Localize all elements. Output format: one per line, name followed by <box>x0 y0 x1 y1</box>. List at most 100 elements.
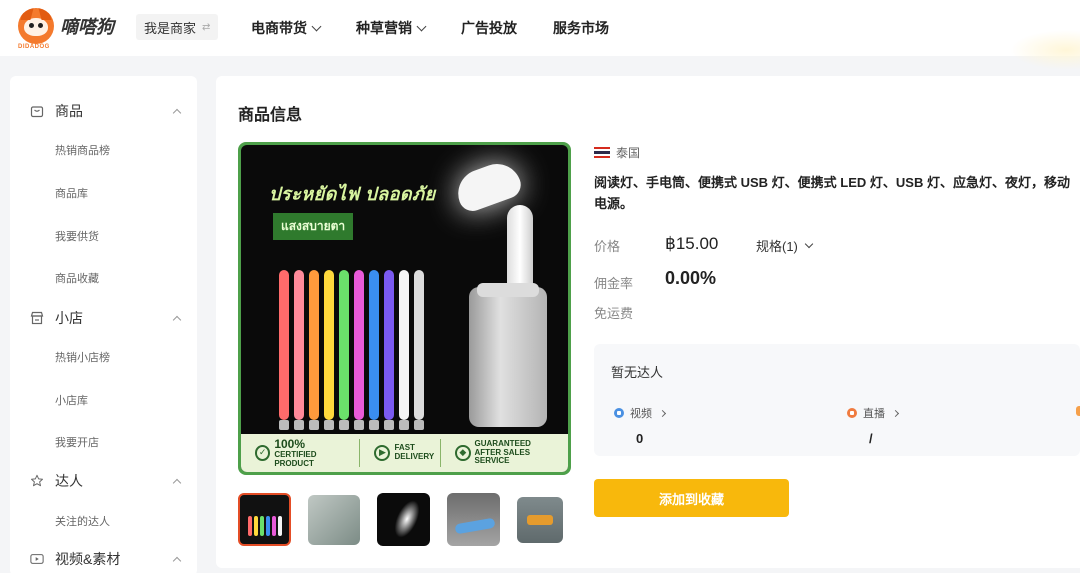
thumbnail-1[interactable] <box>238 493 291 546</box>
sidebar-group-influencers[interactable]: 达人 <box>10 466 197 496</box>
usb-light-stick <box>294 270 304 430</box>
header-decoration <box>1010 30 1080 70</box>
sidebar-group-label: 小店 <box>55 310 83 326</box>
chevron-down-icon <box>804 239 814 248</box>
shipping-label: 免运费 <box>594 306 634 321</box>
country-name: 泰国 <box>616 146 641 160</box>
usb-light-stick <box>354 270 364 430</box>
thumbnail-5[interactable] <box>517 497 563 543</box>
logo[interactable]: DIDADOG 嘀嗒狗 <box>18 8 114 50</box>
product-photo: ประหยัดไฟ ปลอดภัย แสงสบายตา ✓ 100% CERTIF… <box>241 145 568 472</box>
chevron-down-icon <box>311 21 322 31</box>
sidebar-item-hot-stores[interactable]: 热销小店榜 <box>55 349 110 365</box>
chevron-up-icon <box>172 556 182 565</box>
bag-icon <box>30 104 44 118</box>
product-title: 阅读灯、手电筒、便携式 USB 灯、便携式 LED 灯、USB 灯、应急灯、夜灯… <box>594 175 1070 211</box>
usb-light-stick <box>324 270 334 430</box>
sidebar-item-product-favorites[interactable]: 商品收藏 <box>55 270 99 286</box>
check-icon: ✓ <box>255 445 271 461</box>
add-to-favorites-button[interactable]: 添加到收藏 <box>594 479 789 517</box>
chevron-up-icon <box>172 478 182 487</box>
power-bank <box>469 283 547 427</box>
nav-advertising[interactable]: 广告投放 <box>461 18 517 38</box>
nav-ecommerce[interactable]: 电商带货 <box>251 18 322 38</box>
influencer-panel: 暂无达人 视频 0 直播 / <box>594 344 1080 456</box>
thumbnail-3[interactable] <box>377 493 430 546</box>
live-label: 直播 <box>863 408 885 420</box>
section-title: 商品信息 <box>238 107 303 124</box>
chevron-right-icon <box>891 409 900 417</box>
sidebar-item-product-library[interactable]: 商品库 <box>55 185 88 201</box>
logo-subtext: DIDADOG <box>18 44 50 50</box>
top-header: DIDADOG 嘀嗒狗 我是商家 ⇄ 电商带货 种草营销 广告投放 服务市场 <box>0 0 1080 70</box>
sidebar-group-label: 视频&素材 <box>55 551 121 567</box>
sidebar-item-open-store[interactable]: 我要开店 <box>55 434 99 450</box>
sidebar-item-supply[interactable]: 我要供货 <box>55 228 99 244</box>
nav-label: 广告投放 <box>461 20 517 36</box>
sidebar-group-video-materials[interactable]: 视频&素材 <box>10 544 197 573</box>
nav-label: 电商带货 <box>251 20 307 36</box>
guarantee-badge: ◆ GUARANTEED AFTER SALES SERVICE <box>449 439 568 467</box>
usb-light-stick <box>279 270 289 430</box>
truck-icon: ▶ <box>374 445 391 461</box>
thumbnail-gallery <box>238 493 563 546</box>
live-link[interactable]: 直播 <box>847 405 900 421</box>
spec-label: 规格(1) <box>756 239 798 254</box>
star-user-icon <box>30 474 44 488</box>
logo-text: 嘀嗒狗 <box>60 17 114 37</box>
video-link[interactable]: 视频 <box>614 405 667 421</box>
sidebar-item-followed-influencers[interactable]: 关注的达人 <box>55 513 110 529</box>
nav-seeding-marketing[interactable]: 种草营销 <box>356 18 427 38</box>
no-influencers-text: 暂无达人 <box>611 365 664 380</box>
role-switch-label: 我是商家 <box>144 20 197 36</box>
country-tag: 泰国 <box>594 144 640 161</box>
usb-light-stick <box>339 270 349 430</box>
usb-light-stick <box>414 270 424 430</box>
chevron-up-icon <box>172 315 182 324</box>
thumbnail-4[interactable] <box>447 493 500 546</box>
usb-light-stick <box>309 270 319 430</box>
nav-label: 服务市场 <box>553 20 609 36</box>
image-tag: แสงสบายตา <box>273 213 354 240</box>
main-nav: 电商带货 种草营销 广告投放 服务市场 <box>251 0 645 56</box>
chevron-up-icon <box>172 108 182 117</box>
thailand-flag-icon <box>594 147 610 158</box>
store-icon <box>30 311 44 325</box>
live-icon <box>847 408 857 418</box>
role-switch[interactable]: 我是商家 ⇄ <box>136 14 219 40</box>
sidebar: 商品 热销商品榜 商品库 我要供货 商品收藏 小店 热销小店榜 小店库 我要开店… <box>10 76 197 573</box>
swap-icon: ⇄ <box>202 21 211 33</box>
dog-logo-icon <box>18 8 54 44</box>
product-info-card: 商品信息 ประหยัดไฟ ปลอดภัย แสงสบายตา ✓ 100% C… <box>216 76 1080 568</box>
sidebar-group-products[interactable]: 商品 <box>10 96 197 126</box>
price-label: 价格 <box>594 239 621 254</box>
video-icon <box>614 408 624 418</box>
delivery-badge: ▶ FAST DELIVERY <box>368 439 442 467</box>
sidebar-group-stores[interactable]: 小店 <box>10 303 197 333</box>
usb-light-stick <box>369 270 379 430</box>
sidebar-group-label: 商品 <box>55 103 83 119</box>
spec-dropdown[interactable]: 规格(1) <box>756 236 814 255</box>
video-count: 0 <box>636 431 644 446</box>
nav-label: 种草营销 <box>356 20 412 36</box>
chevron-down-icon <box>416 21 427 31</box>
price-value: ฿15.00 <box>665 234 719 253</box>
commission-label: 佣金率 <box>594 276 634 291</box>
product-details: 泰国 阅读灯、手电筒、便携式 USB 灯、便携式 LED 灯、USB 灯、应急灯… <box>594 76 1080 568</box>
edge-indicator <box>1076 406 1080 416</box>
image-badge-strip: ✓ 100% CERTIFIED PRODUCT ▶ FAST DELIVERY ◆… <box>241 434 568 472</box>
video-icon <box>30 552 44 566</box>
usb-light-stick <box>384 270 394 430</box>
certified-badge: ✓ 100% CERTIFIED PRODUCT <box>249 437 361 467</box>
video-label: 视频 <box>630 408 652 420</box>
usb-light-stick <box>399 270 409 430</box>
chevron-right-icon <box>658 409 667 417</box>
product-main-image[interactable]: ประหยัดไฟ ปลอดภัย แสงสบายตา ✓ 100% CERTIF… <box>238 142 571 475</box>
thumbnail-2[interactable] <box>308 495 360 545</box>
commission-value: 0.00% <box>665 268 717 288</box>
shield-icon: ◆ <box>455 445 471 461</box>
sidebar-item-hot-products[interactable]: 热销商品榜 <box>55 142 110 158</box>
nav-service-market[interactable]: 服务市场 <box>553 18 609 38</box>
sidebar-item-store-library[interactable]: 小店库 <box>55 392 88 408</box>
image-headline: ประหยัดไฟ ปลอดภัย <box>269 184 436 204</box>
